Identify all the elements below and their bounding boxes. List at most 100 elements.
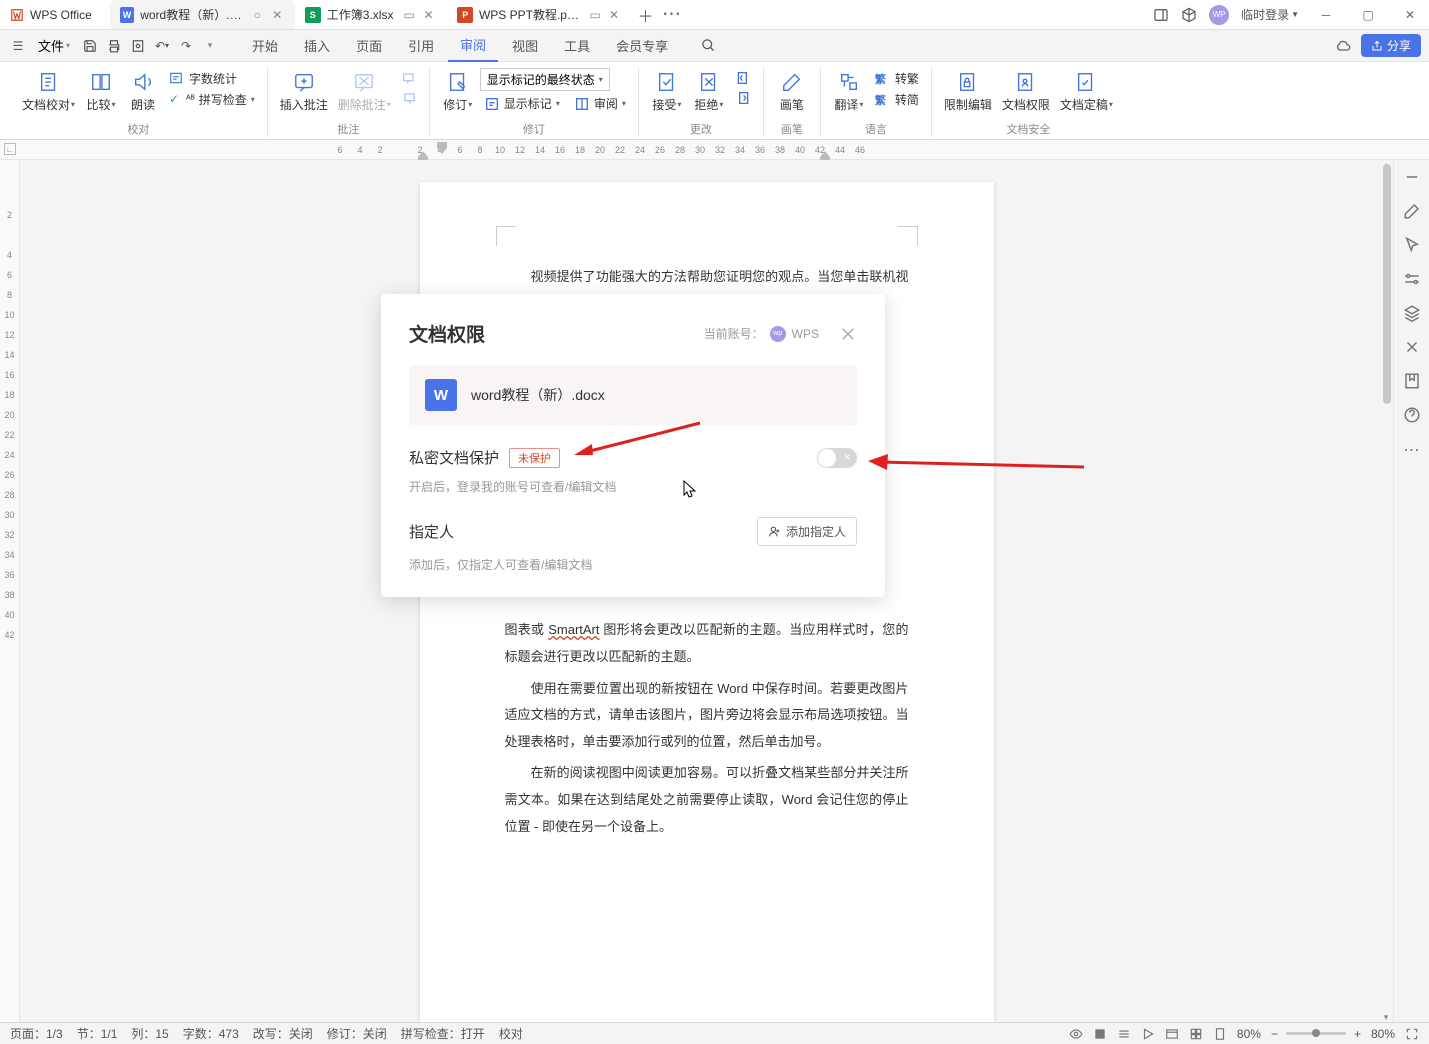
outline-view-icon[interactable] bbox=[1117, 1027, 1131, 1041]
prev-change-button[interactable] bbox=[731, 68, 755, 88]
pencil-icon[interactable] bbox=[1403, 202, 1421, 220]
scrollbar-thumb[interactable] bbox=[1383, 164, 1391, 404]
zoom-slider[interactable] bbox=[1286, 1032, 1346, 1035]
doc-proof-button[interactable]: 文档校对▾ bbox=[18, 68, 79, 115]
eye-icon[interactable] bbox=[1069, 1027, 1083, 1041]
file-menu[interactable]: 文件▾ bbox=[32, 36, 76, 55]
window-minimize-button[interactable]: ─ bbox=[1311, 0, 1341, 30]
status-spellcheck[interactable]: 拼写检查：打开 bbox=[401, 1025, 485, 1042]
share-button[interactable]: 分享 bbox=[1361, 34, 1421, 57]
grid-view-icon[interactable] bbox=[1189, 1027, 1203, 1041]
redo-icon[interactable]: ↷ bbox=[176, 36, 196, 56]
status-track[interactable]: 修订：关闭 bbox=[327, 1025, 387, 1042]
read-aloud-button[interactable]: 朗读 bbox=[123, 68, 163, 115]
status-wordcount[interactable]: 字数：473 bbox=[183, 1025, 239, 1042]
undo-icon[interactable]: ↶▾ bbox=[152, 36, 172, 56]
status-overwrite[interactable]: 改写：关闭 bbox=[253, 1025, 313, 1042]
save-icon[interactable] bbox=[80, 36, 100, 56]
more-icon[interactable]: ⋯ bbox=[1403, 440, 1421, 458]
play-icon[interactable] bbox=[1141, 1027, 1155, 1041]
tab-excel-doc[interactable]: S 工作簿3.xlsx ▭ ✕ bbox=[295, 0, 448, 29]
indent-marker-icon[interactable] bbox=[437, 142, 447, 156]
new-tab-button[interactable]: ＋ bbox=[632, 0, 658, 29]
status-proof[interactable]: 校对 bbox=[499, 1025, 523, 1042]
close-icon[interactable]: ✕ bbox=[423, 8, 437, 22]
document-paragraph[interactable]: 在新的阅读视图中阅读更加容易。可以折叠文档某些部分并关注所需文本。如果在达到结尾… bbox=[505, 760, 909, 840]
doc-permission-button[interactable]: 文档权限 bbox=[998, 68, 1054, 115]
tab-ppt-doc[interactable]: P WPS PPT教程.pptx ▭ ✕ bbox=[447, 0, 632, 29]
next-comment-button[interactable] bbox=[397, 88, 421, 108]
search-icon[interactable] bbox=[698, 36, 718, 56]
accept-button[interactable]: 接受▾ bbox=[647, 68, 687, 115]
slider-knob[interactable] bbox=[1312, 1029, 1320, 1037]
display-mode-dropdown[interactable]: 显示标记的最终状态▾ bbox=[480, 68, 610, 91]
delete-comment-button[interactable]: 删除批注▾ bbox=[334, 68, 395, 115]
tab-list-button[interactable]: ⋯ bbox=[658, 0, 684, 29]
minimize-tab-icon[interactable]: ▭ bbox=[403, 8, 417, 22]
menu-页面[interactable]: 页面 bbox=[344, 30, 394, 62]
cloud-icon[interactable] bbox=[1335, 38, 1351, 54]
document-paragraph[interactable]: 使用在需要位置出现的新按钮在 Word 中保存时间。若要更改图片适应文档的方式，… bbox=[505, 676, 909, 756]
protection-toggle[interactable]: ✕ bbox=[817, 448, 857, 468]
horizontal-ruler[interactable]: ∟ 64224681012141618202224262830323436384… bbox=[0, 140, 1429, 160]
pen-button[interactable]: 画笔 bbox=[772, 68, 812, 115]
dialog-close-button[interactable] bbox=[839, 325, 857, 343]
hamburger-icon[interactable]: ☰ bbox=[8, 36, 28, 56]
bookmark-panel-icon[interactable] bbox=[1403, 372, 1421, 390]
window-close-button[interactable]: ✕ bbox=[1395, 0, 1425, 30]
add-assignee-button[interactable]: 添加指定人 bbox=[757, 517, 857, 546]
panel-icon[interactable] bbox=[1153, 7, 1169, 23]
translate-button[interactable]: 翻译▾ bbox=[829, 68, 869, 115]
scroll-down-icon[interactable]: ▾ bbox=[1381, 1012, 1391, 1022]
to-simplified-button[interactable]: 繁转简 bbox=[871, 89, 923, 110]
cursor-select-icon[interactable] bbox=[1403, 236, 1421, 254]
doc-final-button[interactable]: 文档定稿▾ bbox=[1056, 68, 1117, 115]
web-layout-icon[interactable] bbox=[1165, 1027, 1179, 1041]
menu-审阅[interactable]: 审阅 bbox=[448, 30, 498, 62]
menu-视图[interactable]: 视图 bbox=[500, 30, 550, 62]
zoom-out-button[interactable]: − bbox=[1271, 1027, 1278, 1041]
print-preview-icon[interactable] bbox=[128, 36, 148, 56]
prev-comment-button[interactable] bbox=[397, 68, 421, 88]
insert-comment-button[interactable]: 插入批注 bbox=[276, 68, 332, 115]
show-markup-button[interactable]: 显示标记▾ bbox=[480, 93, 564, 114]
compare-button[interactable]: 比较▾ bbox=[81, 68, 121, 115]
track-changes-button[interactable]: 修订▾ bbox=[438, 68, 478, 115]
window-maximize-button[interactable]: ▢ bbox=[1353, 0, 1383, 30]
vertical-scrollbar[interactable]: ▴ ▾ bbox=[1381, 160, 1393, 1022]
settings-icon[interactable] bbox=[1403, 270, 1421, 288]
menu-引用[interactable]: 引用 bbox=[396, 30, 446, 62]
login-dropdown[interactable]: 临时登录 ▼ bbox=[1241, 6, 1299, 23]
print-layout-icon[interactable] bbox=[1093, 1027, 1107, 1041]
menu-会员专享[interactable]: 会员专享 bbox=[604, 30, 680, 62]
print-icon[interactable] bbox=[104, 36, 124, 56]
menu-工具[interactable]: 工具 bbox=[552, 30, 602, 62]
user-avatar[interactable]: WP bbox=[1209, 5, 1229, 25]
page-fit-icon[interactable] bbox=[1213, 1027, 1227, 1041]
cube-icon[interactable] bbox=[1181, 7, 1197, 23]
close-icon[interactable]: ✕ bbox=[609, 8, 623, 22]
vertical-ruler[interactable]: 24681012141618202224262830323436384042 bbox=[0, 160, 20, 1022]
status-page[interactable]: 页面：1/3 bbox=[10, 1025, 63, 1042]
minus-icon[interactable] bbox=[1403, 168, 1421, 186]
spellcheck-word[interactable]: SmartArt bbox=[548, 622, 599, 637]
circle-icon[interactable]: ○ bbox=[254, 8, 267, 22]
layers-icon[interactable] bbox=[1403, 304, 1421, 322]
to-traditional-button[interactable]: 繁转繁 bbox=[871, 68, 923, 89]
menu-插入[interactable]: 插入 bbox=[292, 30, 342, 62]
tab-word-doc[interactable]: W word教程（新）.docx ○ ✕ bbox=[110, 0, 295, 29]
next-change-button[interactable] bbox=[731, 88, 755, 108]
fullscreen-icon[interactable] bbox=[1405, 1027, 1419, 1041]
spell-check-button[interactable]: ✓ᴬᴮ拼写检查▾ bbox=[165, 89, 259, 110]
reject-button[interactable]: 拒绝▾ bbox=[689, 68, 729, 115]
close-icon[interactable]: ✕ bbox=[272, 8, 285, 22]
minimize-tab-icon[interactable]: ▭ bbox=[589, 8, 603, 22]
status-section[interactable]: 节：1/1 bbox=[77, 1025, 118, 1042]
restrict-edit-button[interactable]: 限制编辑 bbox=[940, 68, 996, 115]
review-pane-button[interactable]: 审阅▾ bbox=[570, 93, 630, 114]
document-paragraph[interactable]: 图表或 SmartArt 图形将会更改以匹配新的主题。当应用样式时，您的标题会进… bbox=[505, 617, 909, 670]
zoom-percent[interactable]: 80% bbox=[1371, 1027, 1395, 1041]
status-column[interactable]: 列：15 bbox=[131, 1025, 168, 1042]
zoom-in-button[interactable]: + bbox=[1354, 1027, 1361, 1041]
menu-开始[interactable]: 开始 bbox=[240, 30, 290, 62]
